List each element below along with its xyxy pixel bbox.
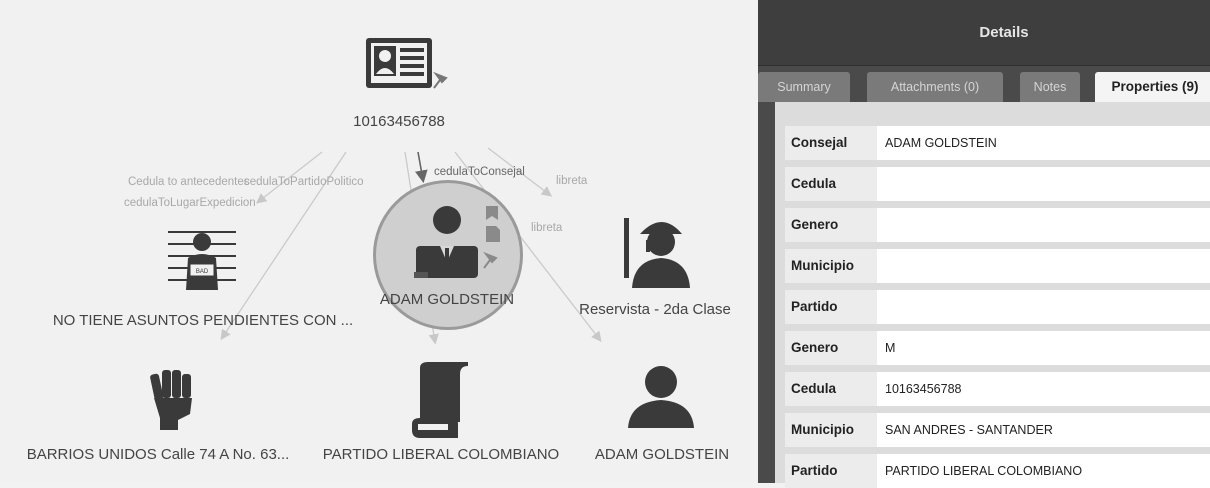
edge-label-partido: cedulaToPartidoPolitico xyxy=(244,176,364,188)
property-value: M xyxy=(885,341,896,355)
node-label-consejal: ADAM GOLDSTEIN xyxy=(379,291,515,308)
node-antecedentes[interactable]: BAD xyxy=(168,226,236,301)
edge-label-antecedentes: Cedula to antecedentes xyxy=(128,176,250,188)
svg-text:BAD: BAD xyxy=(196,269,209,275)
properties-table: Consejal ADAM GOLDSTEIN Cedula Genero Mu… xyxy=(775,102,1210,488)
property-key: Cedula xyxy=(785,167,877,201)
details-title: Details xyxy=(979,24,1029,41)
tab-summary[interactable]: Summary xyxy=(758,72,850,102)
property-row[interactable]: Partido xyxy=(785,290,1210,324)
politician-icon xyxy=(414,206,500,278)
property-row[interactable]: Genero xyxy=(785,208,1210,242)
property-row[interactable]: Municipio SAN ANDRES - SANTANDER xyxy=(785,413,1210,447)
property-value: SAN ANDRES - SANTANDER xyxy=(885,423,1053,437)
node-label-antecedentes: NO TIENE ASUNTOS PENDIENTES CON ... xyxy=(52,312,354,329)
soldier-icon xyxy=(624,218,690,288)
node-label-cedula: 10163456788 xyxy=(353,113,445,130)
node-label-partido: PARTIDO LIBERAL COLOMBIANO xyxy=(322,446,560,463)
scroll-icon xyxy=(412,362,468,438)
node-label-lugar: BARRIOS UNIDOS Calle 74 A No. 63... xyxy=(26,446,290,463)
edge-label-libreta: libreta xyxy=(556,175,588,187)
property-key: Genero xyxy=(785,208,877,242)
edge-label-lugar: cedulaToLugarExpedicion xyxy=(124,197,256,209)
details-tabs: Summary Attachments (0) Notes Properties… xyxy=(758,72,1210,102)
property-key: Genero xyxy=(785,331,877,365)
property-key: Municipio xyxy=(785,249,877,283)
property-row[interactable]: Municipio xyxy=(785,249,1210,283)
edge-label-libreta-2: libreta xyxy=(531,222,563,234)
mugshot-icon: BAD xyxy=(168,231,236,290)
tab-notes[interactable]: Notes xyxy=(1020,72,1080,102)
node-lugar[interactable] xyxy=(148,368,198,435)
edge-consejal xyxy=(415,151,428,184)
property-row[interactable]: Consejal ADAM GOLDSTEIN xyxy=(785,126,1210,160)
fist-icon xyxy=(150,370,192,430)
id-card-icon xyxy=(366,38,448,89)
details-panel: Details Summary Attachments (0) Notes Pr… xyxy=(758,0,1210,488)
node-cedula[interactable] xyxy=(366,38,456,99)
property-key: Consejal xyxy=(785,126,877,160)
property-row[interactable]: Genero M xyxy=(785,331,1210,365)
property-value: ADAM GOLDSTEIN xyxy=(885,136,997,150)
person-icon xyxy=(628,366,694,428)
property-key: Municipio xyxy=(785,413,877,447)
node-partido[interactable] xyxy=(412,362,468,443)
details-header: Details xyxy=(758,0,1210,66)
tab-properties[interactable]: Properties (9) xyxy=(1095,72,1210,102)
node-label-libreta: Reservista - 2da Clase xyxy=(579,301,731,318)
property-key: Partido xyxy=(785,290,877,324)
property-key: Cedula xyxy=(785,372,877,406)
node-persona[interactable] xyxy=(628,364,694,433)
property-value: PARTIDO LIBERAL COLOMBIANO xyxy=(885,464,1083,478)
node-label-persona: ADAM GOLDSTEIN xyxy=(594,446,730,463)
property-row[interactable]: Cedula xyxy=(785,167,1210,201)
tab-attachments[interactable]: Attachments (0) xyxy=(867,72,1003,102)
node-consejal[interactable] xyxy=(414,202,506,287)
property-value: 10163456788 xyxy=(885,382,962,396)
node-libreta[interactable] xyxy=(622,212,690,293)
graph-canvas[interactable]: Cedula to antecedentes cedulaToPartidoPo… xyxy=(0,0,758,483)
property-row[interactable]: Cedula 10163456788 xyxy=(785,372,1210,406)
edge-label-consejal: cedulaToConsejal xyxy=(434,166,525,178)
